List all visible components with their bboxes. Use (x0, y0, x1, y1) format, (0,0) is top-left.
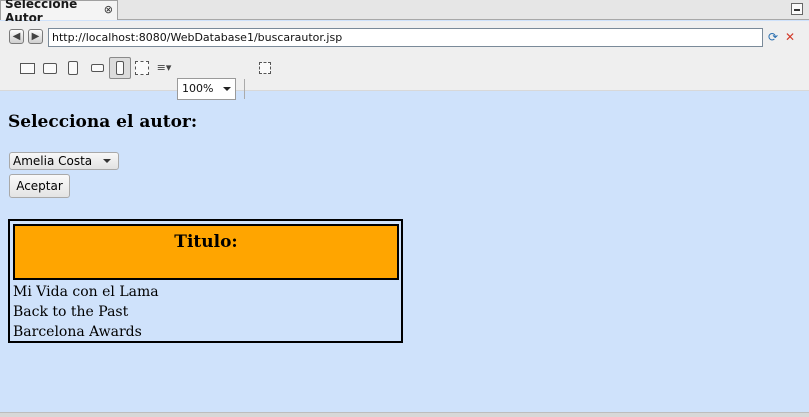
back-button[interactable]: ◀ (9, 29, 24, 44)
results-table: Titulo: Mi Vida con el Lama Back to the … (8, 219, 403, 343)
reload-icon[interactable]: ⟳ (766, 30, 780, 44)
phone-landscape-icon[interactable] (88, 59, 106, 77)
tablet-landscape-icon[interactable] (41, 59, 59, 77)
forward-button[interactable]: ▶ (28, 29, 43, 44)
desktop-view-icon[interactable] (18, 59, 36, 77)
results-header-label: Titulo: (174, 232, 238, 252)
table-row: Barcelona Awards (13, 324, 142, 340)
browser-toolbar: ◀ ▶ http://localhost:8080/WebDatabase1/b… (0, 21, 809, 100)
editor-tab-bar: Seleccione Autor ⊗ (0, 0, 809, 25)
resize-icon[interactable] (133, 59, 151, 77)
author-select-value: Amelia Costa (13, 154, 93, 168)
page-heading: Selecciona el autor: (8, 112, 198, 132)
phone-portrait-icon[interactable] (109, 57, 131, 79)
page-content: Selecciona el autor: Amelia Costa Acepta… (0, 92, 809, 412)
zoom-menu-icon[interactable]: ≡▾ (155, 58, 173, 76)
tablet-portrait-icon[interactable] (65, 59, 81, 77)
table-row: Back to the Past (13, 304, 129, 320)
table-row: Mi Vida con el Lama (13, 284, 159, 300)
chevron-down-icon (103, 159, 111, 163)
window-bottom-border (0, 412, 809, 417)
close-tab-icon[interactable]: ⊗ (104, 3, 113, 16)
results-header: Titulo: (13, 224, 399, 280)
chevron-down-icon (223, 87, 231, 91)
inspect-select-icon[interactable] (256, 59, 274, 77)
url-field[interactable]: http://localhost:8080/WebDatabase1/busca… (48, 28, 763, 47)
author-select[interactable]: Amelia Costa (9, 152, 119, 170)
stop-icon[interactable]: ✕ (783, 30, 797, 44)
minimize-window-icon[interactable] (791, 3, 803, 15)
editor-tab[interactable]: Seleccione Autor ⊗ (0, 0, 118, 25)
submit-button[interactable]: Aceptar (9, 174, 70, 198)
